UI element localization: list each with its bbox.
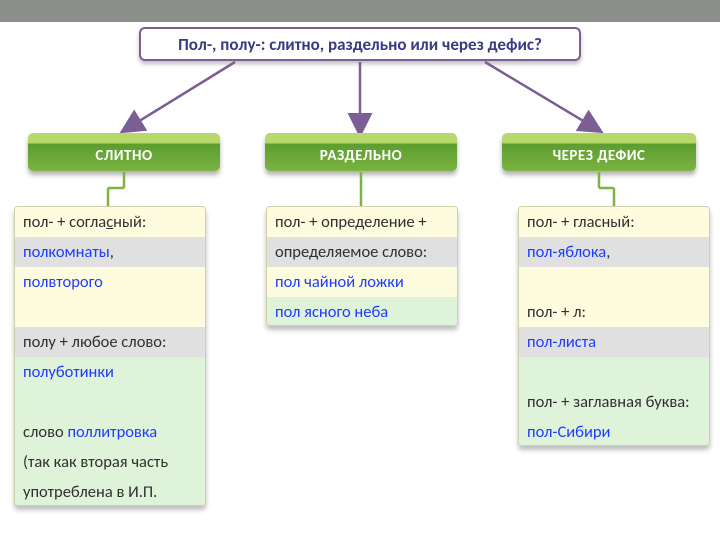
rule-line: пол- + л: xyxy=(519,297,709,327)
rule-line: полу + любое слово: xyxy=(15,327,205,357)
example-line: пол-листа xyxy=(519,327,709,357)
category-header-razdelno: РАЗДЕЛЬНО xyxy=(265,133,457,171)
content-box-slitno: пол- + согласный: полкомнаты, полвторого… xyxy=(14,206,206,506)
rule-line: слово поллитровка xyxy=(15,417,205,447)
example-line: полуботинки xyxy=(15,357,205,387)
rule-line: пол- + заглавная буква: xyxy=(519,387,709,417)
rule-line: определяемое слово: xyxy=(267,237,457,267)
rule-line: употреблена в И.П. xyxy=(15,477,205,506)
example-line: пол чайной ложки xyxy=(267,267,457,297)
category-label: ЧЕРЕЗ ДЕФИС xyxy=(553,147,646,165)
spacer-line xyxy=(519,267,709,297)
spacer-line xyxy=(15,387,205,417)
example-line: полвторого xyxy=(15,267,205,297)
spacer-line xyxy=(15,297,205,327)
example-line: пол-Сибири xyxy=(519,417,709,446)
diagram-title-box: Пол-, полу-: слитно, раздельно или через… xyxy=(139,27,581,61)
rule-line: пол- + гласный: xyxy=(519,207,709,237)
category-label: РАЗДЕЛЬНО xyxy=(320,147,403,165)
category-header-slitno: СЛИТНО xyxy=(28,133,220,171)
category-label: СЛИТНО xyxy=(95,147,152,165)
category-header-defis: ЧЕРЕЗ ДЕФИС xyxy=(502,133,696,171)
diagram-title: Пол-, полу-: слитно, раздельно или через… xyxy=(178,34,542,55)
rule-line: пол- + определение + xyxy=(267,207,457,237)
rule-line: пол- + согласный: xyxy=(15,207,205,237)
example-line: пол ясного неба xyxy=(267,297,457,326)
rule-line: (так как вторая часть xyxy=(15,447,205,477)
connector-lines xyxy=(0,170,720,210)
example-line: пол-яблока, xyxy=(519,237,709,267)
content-box-defis: пол- + гласный: пол-яблока, пол- + л: по… xyxy=(518,206,710,446)
content-box-razdelno: пол- + определение + определяемое слово:… xyxy=(266,206,458,326)
example-line: полкомнаты, xyxy=(15,237,205,267)
top-bar xyxy=(0,0,720,22)
spacer-line xyxy=(519,357,709,387)
